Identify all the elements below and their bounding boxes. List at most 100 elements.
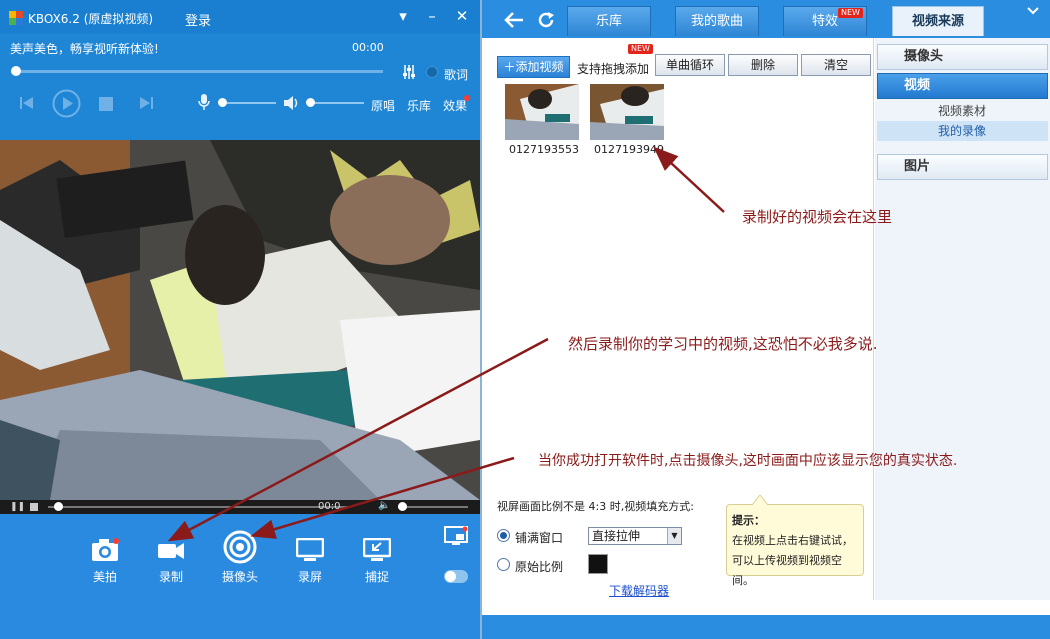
library-panel: 乐库 我的歌曲 特效 NEW 视频来源 ＋添加视频 支持拖拽添加 NEW 单曲循… (480, 0, 1050, 639)
plus-icon: ＋ (503, 60, 516, 74)
next-icon[interactable] (138, 95, 154, 111)
video-thumbnail-image (505, 84, 579, 140)
top-navigation: 乐库 我的歌曲 特效 NEW 视频来源 (482, 0, 1050, 38)
annotation-open-software: 当你成功打开软件时,点击摄像头,这时画面中应该显示您的真实状态. (538, 453, 958, 469)
collapse-icon[interactable] (1026, 6, 1040, 18)
tip-pointer (752, 495, 768, 505)
tip-box: 提示： 在视频上点击右键试试， 可以上传视频到视频空间。 (726, 504, 864, 587)
webcam-icon (223, 530, 257, 564)
lyrics-label[interactable]: 歌词 (444, 66, 468, 83)
original-ratio-label[interactable]: 原始比例 (515, 558, 563, 575)
mirror-toggle[interactable] (444, 570, 468, 583)
back-arrow-icon[interactable] (504, 12, 524, 28)
play-icon[interactable] (52, 89, 81, 118)
sidebar-item-pictures[interactable]: 图片 (877, 154, 1048, 180)
delete-button[interactable]: 删除 (728, 54, 798, 76)
fill-window-radio[interactable] (497, 529, 510, 542)
record-label: 录制 (158, 570, 183, 584)
app-logo-icon (9, 11, 23, 25)
progress-bar[interactable] (11, 66, 383, 76)
chevron-down-icon[interactable]: ▼ (667, 528, 681, 544)
minimize-icon[interactable]: – (422, 6, 442, 26)
tab-video-source[interactable]: 视频来源 (892, 6, 984, 36)
video-volume-slider[interactable] (398, 502, 468, 511)
song-title: 美声美色，畅享视听新体验! (10, 42, 159, 56)
tab-music-library[interactable]: 乐库 (567, 6, 651, 36)
screen-record-label: 录屏 (297, 570, 322, 584)
mic-volume-slider[interactable] (218, 98, 276, 107)
beauty-shot-button[interactable]: 美拍 (80, 538, 130, 585)
video-volume-knob[interactable] (398, 502, 407, 511)
clear-button[interactable]: 清空 (801, 54, 871, 76)
tip-line: 可以上传视频到视频空间。 (732, 554, 842, 587)
record-button[interactable]: 录制 (146, 538, 196, 585)
time-display: 00:00 (352, 41, 384, 54)
video-source-content: ＋添加视频 支持拖拽添加 NEW 单曲循环 删除 清空 0127193553 0… (482, 38, 874, 600)
fill-window-label[interactable]: 铺满窗口 (515, 529, 563, 546)
video-seek-knob[interactable] (54, 502, 63, 511)
webcam-button[interactable]: 摄像头 (215, 530, 265, 585)
status-bar (482, 615, 1050, 639)
annotation-record-study: 然后录制你的学习中的视频,这恐怕不必我多说. (568, 335, 878, 353)
equalizer-icon[interactable] (402, 64, 416, 80)
webcam-label: 摄像头 (221, 570, 258, 584)
sidebar-item-video[interactable]: 视频 (877, 73, 1048, 99)
effects-link[interactable]: 效果 (443, 97, 467, 114)
video-record-icon (158, 543, 184, 559)
video-stop-icon[interactable] (30, 503, 38, 511)
video-seek-bar[interactable] (48, 502, 348, 511)
add-video-label: 添加视频 (515, 60, 564, 74)
add-video-button[interactable]: ＋添加视频 (497, 56, 570, 78)
video-control-bar: ❚❚ 00:0 🔈 (0, 500, 480, 514)
dropdown-menu-icon[interactable]: ▾ (393, 6, 413, 26)
title-bar: KBOX6.2 (原虚拟视频) 登录 ▾ – ✕ (0, 0, 480, 34)
tab-effects-label: 特效 (811, 14, 838, 29)
original-vocal-link[interactable]: 原唱 (371, 97, 395, 114)
video-volume-icon[interactable]: 🔈 (378, 500, 390, 511)
sidebar-item-video-material[interactable]: 视频素材 (877, 101, 1048, 121)
video-name: 0127193949 (594, 143, 664, 156)
effects-new-badge: NEW (838, 8, 863, 18)
screen-record-icon (296, 538, 324, 561)
pip-window-icon[interactable] (444, 526, 468, 546)
library-link[interactable]: 乐库 (407, 97, 431, 114)
background-color-swatch[interactable] (588, 554, 608, 574)
capture-icon (363, 538, 391, 561)
app-window: KBOX6.2 (原虚拟视频) 登录 ▾ – ✕ 美声美色，畅享视听新体验! 0… (0, 0, 1050, 639)
download-decoder-link[interactable]: 下载解码器 (609, 582, 669, 599)
player-panel: KBOX6.2 (原虚拟视频) 登录 ▾ – ✕ 美声美色，畅享视听新体验! 0… (0, 0, 480, 639)
capture-button[interactable]: 捕捉 (352, 538, 402, 585)
aspect-fill-label: 视屏画面比例不是 4:3 时,视频填充方式: (497, 500, 694, 513)
sidebar-item-my-recordings[interactable]: 我的录像 (877, 121, 1048, 141)
tab-my-songs[interactable]: 我的歌曲 (675, 6, 759, 36)
original-ratio-radio[interactable] (497, 558, 510, 571)
close-icon[interactable]: ✕ (452, 6, 472, 26)
video-thumbnail[interactable] (590, 84, 664, 140)
stretch-mode-select[interactable]: 直接拉伸 ▼ (588, 527, 682, 545)
mic-volume-knob[interactable] (218, 98, 227, 107)
stop-icon[interactable] (98, 96, 114, 112)
beauty-shot-label: 美拍 (92, 570, 117, 584)
screen-record-button[interactable]: 录屏 (285, 538, 335, 585)
progress-knob[interactable] (11, 66, 21, 76)
sidebar-item-camera[interactable]: 摄像头 (877, 44, 1048, 70)
tip-line: 在视频上点击右键试试， (732, 534, 853, 547)
login-link[interactable]: 登录 (185, 10, 211, 29)
bottom-toolbar: 美拍 录制 摄像头 录屏 捕捉 (0, 514, 480, 639)
loop-button[interactable]: 单曲循环 (655, 54, 725, 76)
pause-icon[interactable]: ❚❚ (10, 502, 25, 512)
microphone-icon[interactable] (198, 94, 210, 111)
video-name: 0127193553 (509, 143, 579, 156)
video-thumbnail[interactable] (505, 84, 579, 140)
app-title: KBOX6.2 (原虚拟视频) (28, 12, 154, 26)
webcam-frame-image (0, 140, 480, 500)
refresh-icon[interactable] (537, 11, 555, 29)
previous-icon[interactable] (19, 95, 35, 111)
webcam-video[interactable] (0, 140, 480, 500)
music-volume-slider[interactable] (306, 98, 364, 107)
notification-dot (464, 95, 470, 101)
lyrics-toggle[interactable] (426, 66, 438, 78)
music-volume-knob[interactable] (306, 98, 315, 107)
video-thumbnail-image (590, 84, 664, 140)
speaker-icon[interactable] (283, 95, 301, 111)
